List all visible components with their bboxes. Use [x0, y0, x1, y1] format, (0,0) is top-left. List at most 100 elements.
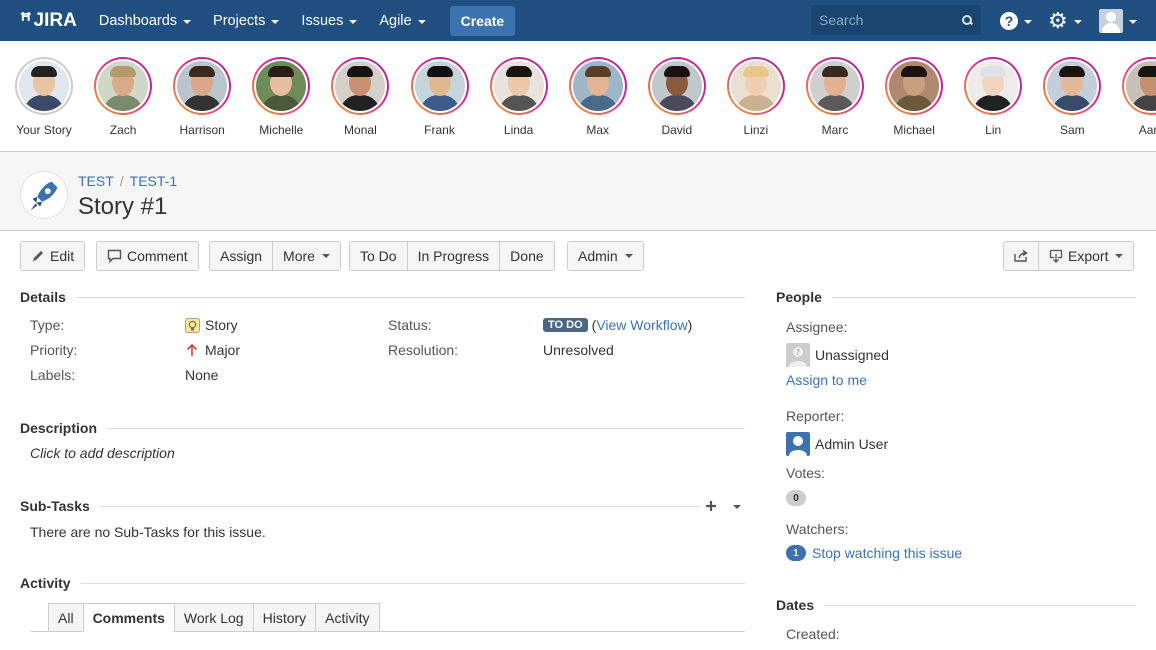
- stop-watching-link[interactable]: Stop watching this issue: [812, 545, 962, 561]
- comment-button[interactable]: Comment: [96, 241, 199, 271]
- story-item[interactable]: Linzi: [716, 57, 796, 137]
- avatar: [1047, 61, 1098, 111]
- people-heading[interactable]: People: [776, 289, 832, 305]
- avatar-hair: [822, 66, 848, 77]
- breadcrumb-issue-key[interactable]: TEST-1: [130, 173, 177, 189]
- in-progress-button[interactable]: In Progress: [406, 241, 501, 271]
- type-value-text: Story: [205, 317, 238, 333]
- project-avatar[interactable]: [20, 171, 68, 219]
- activity-divider: [20, 583, 745, 584]
- help-menu[interactable]: ?: [1000, 0, 1032, 41]
- search-icon: [962, 14, 973, 26]
- avatar: [414, 61, 465, 111]
- story-ring: [252, 57, 311, 115]
- search-input[interactable]: Search: [811, 5, 981, 35]
- people-heading-label: People: [776, 289, 832, 305]
- settings-menu[interactable]: ⚙: [1048, 0, 1082, 41]
- top-navigation: ꟸ JIRA Dashboards Projects Issues Agile …: [0, 0, 1156, 41]
- edit-button[interactable]: Edit: [20, 241, 86, 271]
- create-button[interactable]: Create: [449, 5, 516, 36]
- breadcrumb-project[interactable]: TEST: [78, 173, 114, 189]
- story-item[interactable]: Michelle: [241, 57, 321, 137]
- nav-agile[interactable]: Agile: [379, 13, 426, 29]
- edit-button-label: Edit: [50, 248, 75, 264]
- admin-button[interactable]: Admin: [567, 241, 644, 271]
- labels-value[interactable]: None: [185, 367, 218, 383]
- tab-history[interactable]: History: [252, 603, 317, 632]
- user-menu[interactable]: [1099, 0, 1137, 41]
- subtask-options-chevron-icon[interactable]: [733, 505, 741, 509]
- avatar: [256, 61, 307, 111]
- subtasks-heading[interactable]: Sub-Tasks: [20, 498, 100, 514]
- chevron-down-icon: [1129, 19, 1137, 24]
- story-name: Linda: [503, 123, 534, 137]
- story-ring: [726, 57, 785, 115]
- avatar-body: [894, 95, 935, 111]
- story-item[interactable]: Monal: [320, 57, 400, 137]
- avatar: [810, 61, 860, 111]
- tab-activity[interactable]: Activity: [315, 603, 380, 632]
- done-button[interactable]: Done: [499, 241, 555, 271]
- activity-heading[interactable]: Activity: [20, 575, 81, 591]
- user-avatar-icon: [1099, 8, 1123, 33]
- tab-work-log[interactable]: Work Log: [173, 603, 254, 632]
- view-workflow-link[interactable]: View Workflow: [596, 317, 687, 333]
- tab-all[interactable]: All: [48, 603, 84, 632]
- share-button[interactable]: [1003, 241, 1039, 271]
- story-item[interactable]: Sam: [1032, 57, 1112, 137]
- story-ring-inner: [649, 59, 704, 113]
- jira-logo[interactable]: ꟸ JIRA: [20, 8, 77, 33]
- story-item[interactable]: Harrison: [162, 57, 242, 137]
- status-label: Status:: [388, 317, 432, 333]
- avatar-body: [182, 95, 223, 111]
- comment-button-label: Comment: [127, 248, 188, 264]
- watchers-count-badge[interactable]: 1: [786, 545, 806, 561]
- story-item[interactable]: Lin: [953, 57, 1033, 137]
- avatar-body: [1131, 95, 1156, 111]
- export-button[interactable]: Export: [1038, 241, 1135, 271]
- add-subtask-icon[interactable]: [705, 500, 717, 512]
- story-ring-inner: [728, 59, 783, 113]
- avatar-body: [103, 95, 144, 111]
- story-item[interactable]: Max: [558, 57, 638, 137]
- chevron-down-icon: [1115, 254, 1124, 258]
- votes-value[interactable]: 0: [786, 490, 806, 506]
- more-button[interactable]: More: [272, 241, 341, 271]
- assign-to-me-link[interactable]: Assign to me: [786, 372, 867, 388]
- dates-heading[interactable]: Dates: [776, 597, 825, 613]
- nav-issues[interactable]: Issues: [301, 13, 358, 29]
- avatar-body: [261, 95, 302, 111]
- details-divider: [20, 297, 745, 298]
- story-item[interactable]: Linda: [479, 57, 559, 137]
- avatar-body: [577, 95, 618, 111]
- workflow-group: To Do In Progress Done: [349, 241, 555, 271]
- avatar-hair: [1138, 66, 1156, 77]
- tab-comments[interactable]: Comments: [82, 603, 175, 632]
- story-ring: [1122, 57, 1156, 115]
- chevron-down-icon: [1024, 19, 1032, 24]
- story-ring: [568, 57, 627, 115]
- story-name: Michelle: [259, 123, 304, 137]
- story-ring: [647, 57, 706, 115]
- story-item[interactable]: Aaro: [1111, 57, 1156, 137]
- story-item[interactable]: Marc: [795, 57, 875, 137]
- story-ring: [1043, 57, 1102, 115]
- description-placeholder[interactable]: Click to add description: [30, 445, 175, 461]
- todo-button[interactable]: To Do: [349, 241, 408, 271]
- avatar: [968, 61, 1019, 111]
- avatar: [1126, 61, 1156, 111]
- story-item[interactable]: Zach: [83, 57, 163, 137]
- details-heading[interactable]: Details: [20, 289, 76, 305]
- nav-dashboards[interactable]: Dashboards: [99, 13, 192, 29]
- story-item[interactable]: Michael: [874, 57, 954, 137]
- description-divider: [20, 428, 745, 429]
- subtasks-empty-message: There are no Sub-Tasks for this issue.: [30, 524, 266, 540]
- nav-projects[interactable]: Projects: [213, 13, 280, 29]
- story-item[interactable]: Frank: [400, 57, 480, 137]
- story-item[interactable]: Your Story: [4, 57, 84, 137]
- story-item[interactable]: David: [637, 57, 717, 137]
- reporter-label: Reporter:: [786, 408, 845, 424]
- assign-button[interactable]: Assign: [209, 241, 274, 271]
- description-heading[interactable]: Description: [20, 420, 108, 436]
- reporter-value-text: Admin User: [815, 436, 889, 452]
